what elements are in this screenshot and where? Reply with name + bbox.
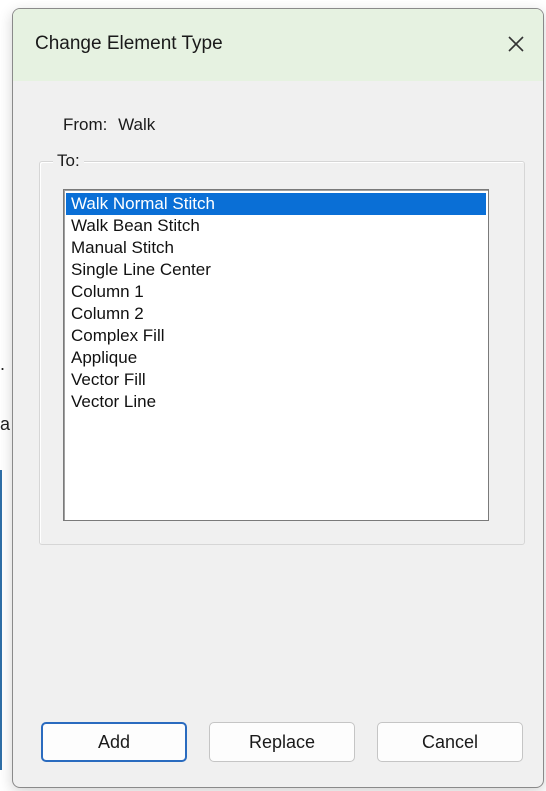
close-icon [508,36,524,52]
dialog-title: Change Element Type [35,33,223,54]
background-window-edge [0,470,2,770]
list-item[interactable]: Applique [66,347,486,369]
list-item[interactable]: Walk Bean Stitch [66,215,486,237]
list-item[interactable]: Column 1 [66,281,486,303]
from-value: Walk [118,115,156,134]
list-item[interactable]: Single Line Center [66,259,486,281]
change-element-type-dialog: Change Element Type From: Walk To: Walk … [12,8,544,788]
list-item[interactable]: Complex Fill [66,325,486,347]
list-item[interactable]: Vector Fill [66,369,486,391]
background-text-fragment: a [0,414,11,434]
list-item[interactable]: Manual Stitch [66,237,486,259]
dialog-titlebar[interactable]: Change Element Type [13,9,543,81]
background-text-fragment: . [0,354,6,374]
list-item[interactable]: Vector Line [66,391,486,413]
close-button[interactable] [495,23,537,65]
from-row: From: Walk [63,115,155,135]
list-item[interactable]: Column 2 [66,303,486,325]
replace-button[interactable]: Replace [209,722,355,762]
cancel-button[interactable]: Cancel [377,722,523,762]
to-label: To: [53,151,84,171]
from-label: From: [63,115,108,134]
element-type-listbox[interactable]: Walk Normal Stitch Walk Bean Stitch Manual… [63,189,489,521]
list-item[interactable]: Walk Normal Stitch [66,193,486,215]
add-button[interactable]: Add [41,722,187,762]
